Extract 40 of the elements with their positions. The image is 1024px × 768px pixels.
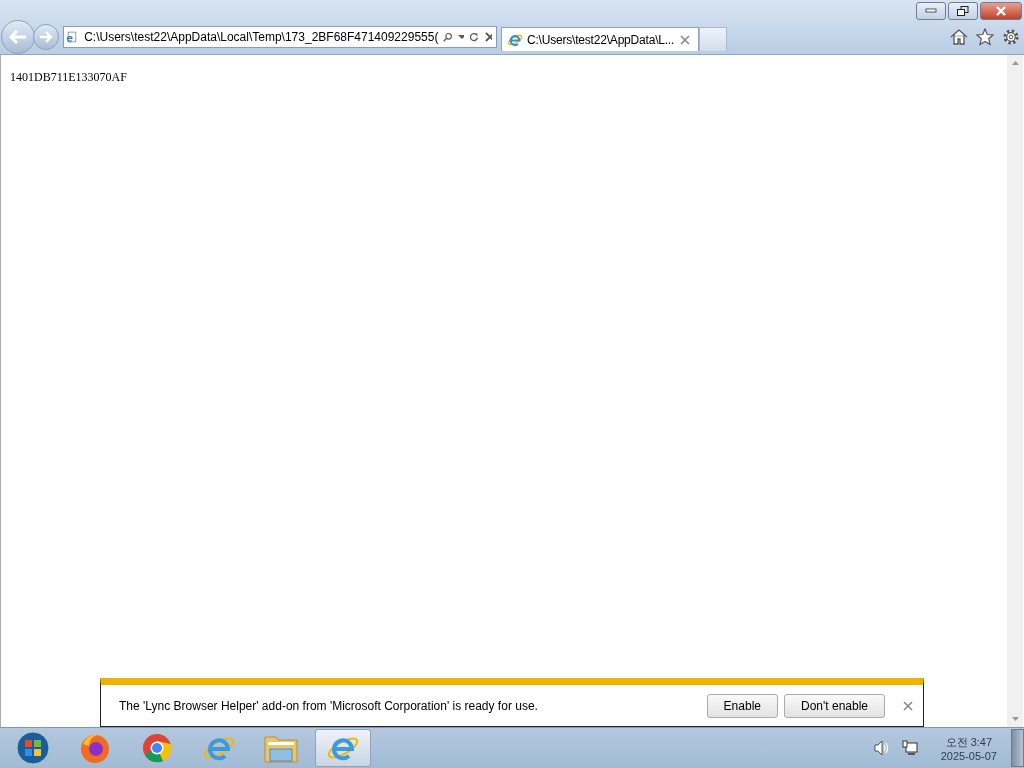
restore-icon (957, 6, 969, 16)
chrome-logo-icon (141, 732, 173, 764)
fox-globe-icon (79, 732, 111, 764)
close-button[interactable] (980, 2, 1022, 20)
caret-icon[interactable] (458, 34, 464, 40)
browser-tab[interactable]: C:\Users\test22\AppData\L... (501, 27, 699, 51)
speaker-icon[interactable] (873, 740, 890, 756)
minimize-icon (925, 8, 937, 14)
clock-date: 2025-05-07 (940, 749, 997, 762)
page-icon (66, 29, 78, 45)
notification-button[interactable]: Don't enable (784, 693, 885, 718)
page-text: 1401DB711E133070AF (10, 70, 127, 84)
star-icon[interactable] (976, 28, 994, 46)
show-desktop-button[interactable] (1011, 729, 1024, 767)
network-icon[interactable] (901, 740, 918, 756)
stop-icon[interactable] (483, 31, 492, 43)
new-tab-button[interactable] (699, 27, 727, 51)
search-icon[interactable] (443, 30, 454, 44)
address-field[interactable]: C:\Users\test22\AppData\Local\Temp\173_2BF68F471409229555( (63, 26, 497, 48)
clock[interactable]: 오전 3:47 2025-05-07 (940, 734, 997, 762)
close-icon[interactable] (903, 700, 913, 711)
scroll-down-icon[interactable] (1011, 717, 1019, 721)
settings-icon[interactable] (1002, 28, 1020, 46)
close-icon (995, 6, 1007, 16)
windows-logo-icon (16, 731, 50, 765)
close-tab-icon[interactable] (680, 34, 690, 45)
notification-message: The 'Lync Browser Helper' add-on from 'Microsoft Corporation' is ready for use. (119, 698, 539, 713)
right-arrow-icon (39, 31, 53, 43)
folder-icon (264, 733, 298, 763)
forward-button[interactable] (33, 24, 59, 50)
scrollbar[interactable] (1007, 55, 1023, 727)
restore-button[interactable] (948, 2, 978, 20)
scroll-up-icon[interactable] (1011, 61, 1019, 65)
taskbar-button[interactable] (315, 729, 371, 767)
left-arrow-icon (8, 29, 28, 45)
home-icon[interactable] (950, 28, 968, 46)
back-button[interactable] (1, 20, 35, 54)
refresh-icon[interactable] (468, 30, 479, 44)
notification-button[interactable]: Enable (706, 693, 778, 718)
clock-time: 오전 3:47 (945, 734, 993, 750)
